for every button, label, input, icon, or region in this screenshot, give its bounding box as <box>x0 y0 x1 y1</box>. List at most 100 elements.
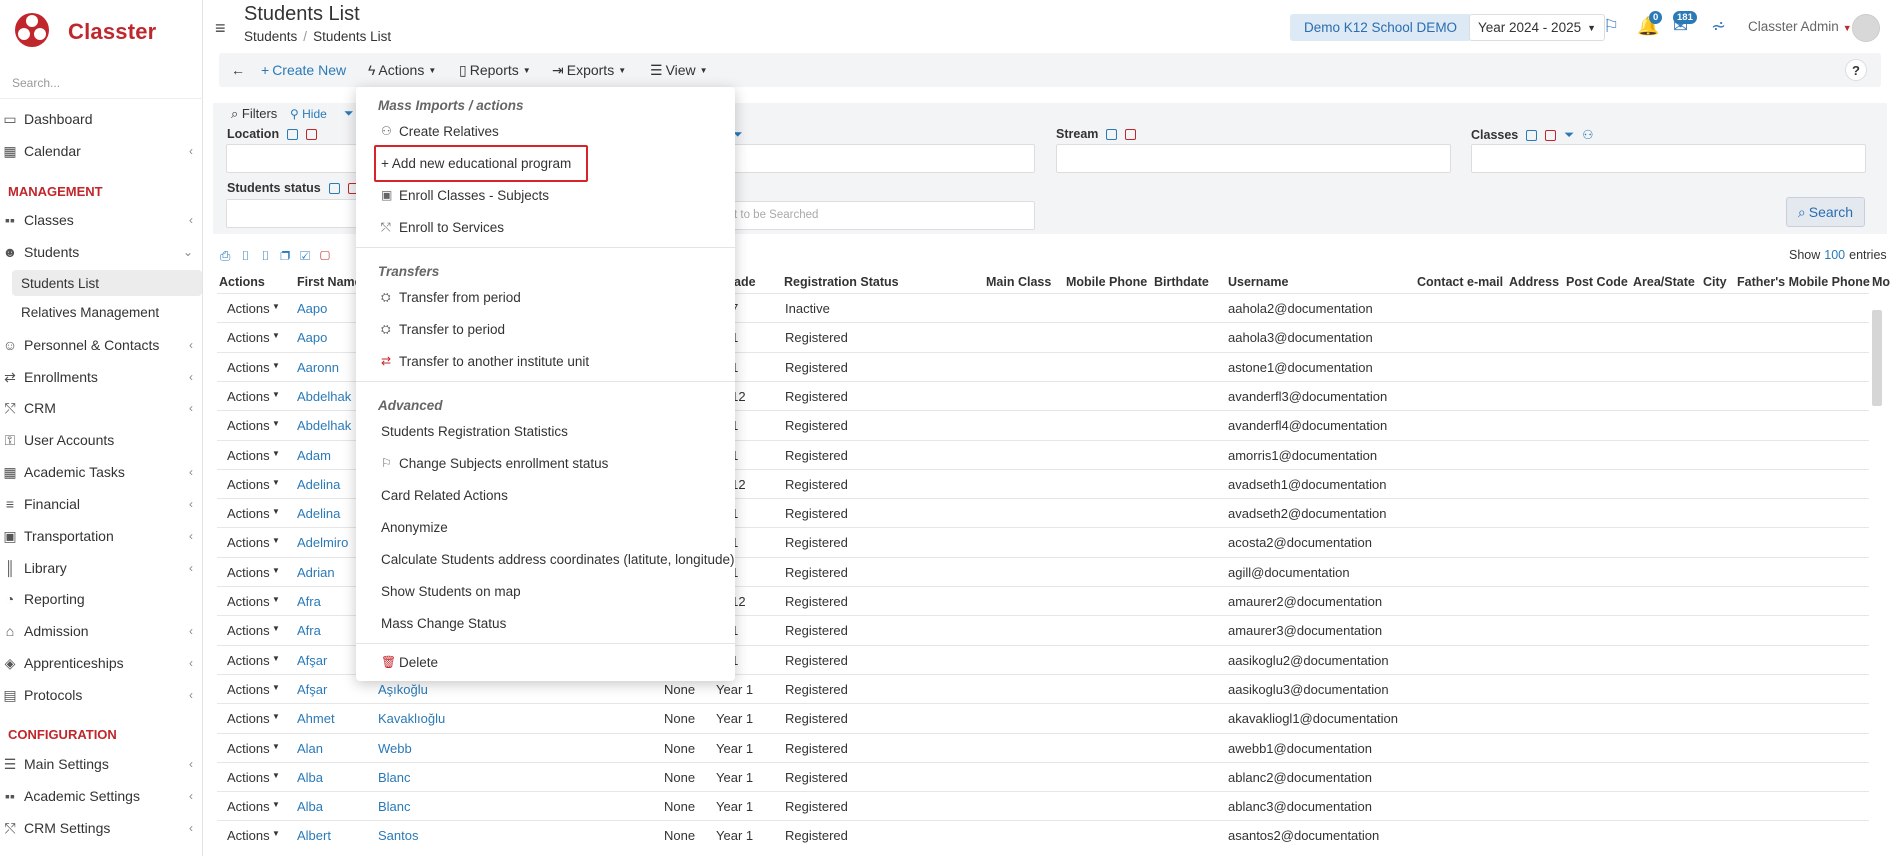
filters-toggle[interactable]: ⌕ Filters <box>231 106 277 122</box>
clear-icon[interactable] <box>1125 129 1137 141</box>
first-name-link[interactable]: Aaronn <box>297 360 339 375</box>
first-name-link[interactable]: Abdelhak <box>297 389 351 404</box>
row-actions-button[interactable]: Actions <box>227 418 270 433</box>
col-address[interactable]: Address <box>1509 275 1559 289</box>
check-icon[interactable] <box>1106 129 1118 141</box>
row-actions-button[interactable]: Actions <box>227 770 270 785</box>
pdf-icon[interactable]: ▯ <box>240 248 260 263</box>
first-name-link[interactable]: Afşar <box>297 653 327 668</box>
layers-icon[interactable]: ⩫ <box>1711 16 1726 37</box>
row-actions-button[interactable]: Actions <box>227 653 270 668</box>
first-name-link[interactable]: Aapo <box>297 330 327 345</box>
breadcrumb-item[interactable]: Students <box>244 29 297 44</box>
actions-menu-button[interactable]: ϟ Actions ▼ <box>368 53 436 87</box>
col-contact-email[interactable]: Contact e-mail <box>1417 275 1503 289</box>
scrollbar-thumb[interactable] <box>1872 310 1882 406</box>
sidebar-item-students[interactable]: ☻ Students ⌄ <box>0 238 203 266</box>
menu-item-transfer-from-period[interactable]: ⛭ Transfer from period <box>381 285 521 309</box>
col-more[interactable]: Mo <box>1872 275 1890 289</box>
menu-item-change-subjects-status[interactable]: ⚐ Change Subjects enrollment status <box>381 451 608 475</box>
col-mobile-phone[interactable]: Mobile Phone <box>1066 275 1147 289</box>
uncheck-icon[interactable]: ▢ <box>320 248 340 263</box>
exports-menu-button[interactable]: ⇥ Exports ▼ <box>552 53 626 87</box>
sidebar-item-academic-settings[interactable]: ▪▪ Academic Settings ‹ <box>0 782 203 810</box>
menu-item-anonymize[interactable]: Anonymize <box>381 515 448 539</box>
stream-input[interactable] <box>1056 144 1451 173</box>
sidebar-item-students-list[interactable]: Students List <box>12 270 202 296</box>
back-arrow-icon[interactable]: ← <box>231 53 245 87</box>
excel-icon[interactable]: ▯ <box>260 248 280 263</box>
col-registration-status[interactable]: Registration Status <box>784 275 899 289</box>
first-name-link[interactable]: Afra <box>297 623 321 638</box>
row-actions-button[interactable]: Actions <box>227 389 270 404</box>
check-icon[interactable] <box>1526 130 1538 142</box>
check-icon[interactable] <box>328 183 340 195</box>
view-menu-button[interactable]: ☰ View ▼ <box>650 53 708 87</box>
sidebar-item-financial[interactable]: ≡ Financial ‹ <box>0 490 203 518</box>
menu-item-calculate-coordinates[interactable]: Calculate Students address coordinates (… <box>381 547 734 571</box>
help-button[interactable]: ? <box>1845 59 1867 81</box>
row-actions-button[interactable]: Actions <box>227 799 270 814</box>
check-icon[interactable] <box>287 129 299 141</box>
last-name-link[interactable]: Santos <box>378 828 418 843</box>
col-main-class[interactable]: Main Class <box>986 275 1051 289</box>
funnel-icon[interactable]: ⏷ <box>1564 128 1574 142</box>
create-new-button[interactable]: + Create New <box>261 53 346 87</box>
row-actions-button[interactable]: Actions <box>227 741 270 756</box>
first-name-link[interactable]: Adelina <box>297 477 340 492</box>
row-actions-button[interactable]: Actions <box>227 535 270 550</box>
students-status-input[interactable] <box>226 199 366 228</box>
year-select[interactable]: Year 2024 - 2025 ▼ <box>1469 14 1606 41</box>
clear-icon[interactable] <box>306 129 318 141</box>
sidebar-item-classes[interactable]: ▪▪ Classes ‹ <box>0 206 203 234</box>
row-actions-button[interactable]: Actions <box>227 623 270 638</box>
users-icon[interactable]: ⚇ <box>1582 128 1593 142</box>
row-actions-button[interactable]: Actions <box>227 330 270 345</box>
sidebar-item-user-accounts[interactable]: ⚿ User Accounts <box>0 426 203 454</box>
sidebar-item-admission[interactable]: ⌂ Admission ‹ <box>0 617 203 645</box>
first-name-link[interactable]: Abdelhak <box>297 418 351 433</box>
user-menu[interactable]: Classter Admin ▼ <box>1748 19 1852 34</box>
row-actions-button[interactable]: Actions <box>227 828 270 843</box>
col-first-name[interactable]: First Name <box>297 275 362 289</box>
last-name-link[interactable]: Blanc <box>378 799 411 814</box>
sidebar-item-reporting[interactable]: ◔ Reporting <box>0 585 203 613</box>
col-username[interactable]: Username <box>1228 275 1288 289</box>
col-fathers-mobile[interactable]: Father's Mobile Phone <box>1737 275 1870 289</box>
sidebar-item-personnel[interactable]: ☺ Personnel & Contacts ‹ <box>0 331 203 359</box>
sidebar-item-library[interactable]: ║ Library ‹ <box>0 554 203 582</box>
sidebar-search-input[interactable]: Search... <box>12 76 60 90</box>
flag-icon[interactable]: ⚐ <box>1603 16 1619 37</box>
first-name-link[interactable]: Adrian <box>297 565 335 580</box>
sidebar-item-relatives-management[interactable]: Relatives Management <box>12 299 202 325</box>
first-name-link[interactable]: Afşar <box>297 682 327 697</box>
row-actions-button[interactable]: Actions <box>227 301 270 316</box>
menu-item-mass-change-status[interactable]: Mass Change Status <box>381 611 506 635</box>
row-actions-button[interactable]: Actions <box>227 448 270 463</box>
row-actions-button[interactable]: Actions <box>227 682 270 697</box>
sidebar-item-transportation[interactable]: ▣ Transportation ‹ <box>0 522 203 550</box>
sidebar-item-enrollments[interactable]: ⇄ Enrollments ‹ <box>0 363 203 391</box>
first-name-link[interactable]: Alba <box>297 770 323 785</box>
menu-item-create-relatives[interactable]: ⚇ Create Relatives <box>381 119 499 143</box>
entries-select[interactable]: 100 <box>1824 248 1845 262</box>
hide-filters-button[interactable]: ⚲ Hide <box>290 107 327 121</box>
sidebar-item-apprenticeships[interactable]: ◈ Apprenticeships ‹ <box>0 649 203 677</box>
last-name-link[interactable]: Kavaklıoğlu <box>378 711 445 726</box>
hamburger-menu-icon[interactable]: ≡ <box>215 18 226 39</box>
col-city[interactable]: City <box>1703 275 1727 289</box>
row-actions-button[interactable]: Actions <box>227 711 270 726</box>
text-search-input[interactable]: t to be Searched <box>733 201 1035 230</box>
first-name-link[interactable]: Afra <box>297 594 321 609</box>
filter-input[interactable] <box>733 144 1035 173</box>
first-name-link[interactable]: Adam <box>297 448 331 463</box>
row-actions-button[interactable]: Actions <box>227 565 270 580</box>
row-actions-button[interactable]: Actions <box>227 506 270 521</box>
sidebar-item-calendar[interactable]: ▦ Calendar ‹ <box>0 137 203 165</box>
reports-menu-button[interactable]: ▯ Reports ▼ <box>459 53 531 87</box>
sidebar-item-crm[interactable]: ⤲ CRM ‹ <box>0 394 203 422</box>
first-name-link[interactable]: Aapo <box>297 301 327 316</box>
menu-item-delete[interactable]: 🗑 Delete <box>381 650 438 674</box>
sidebar-item-academic-tasks[interactable]: ▦ Academic Tasks ‹ <box>0 458 203 486</box>
school-selector[interactable]: Demo K12 School DEMO <box>1290 14 1472 41</box>
